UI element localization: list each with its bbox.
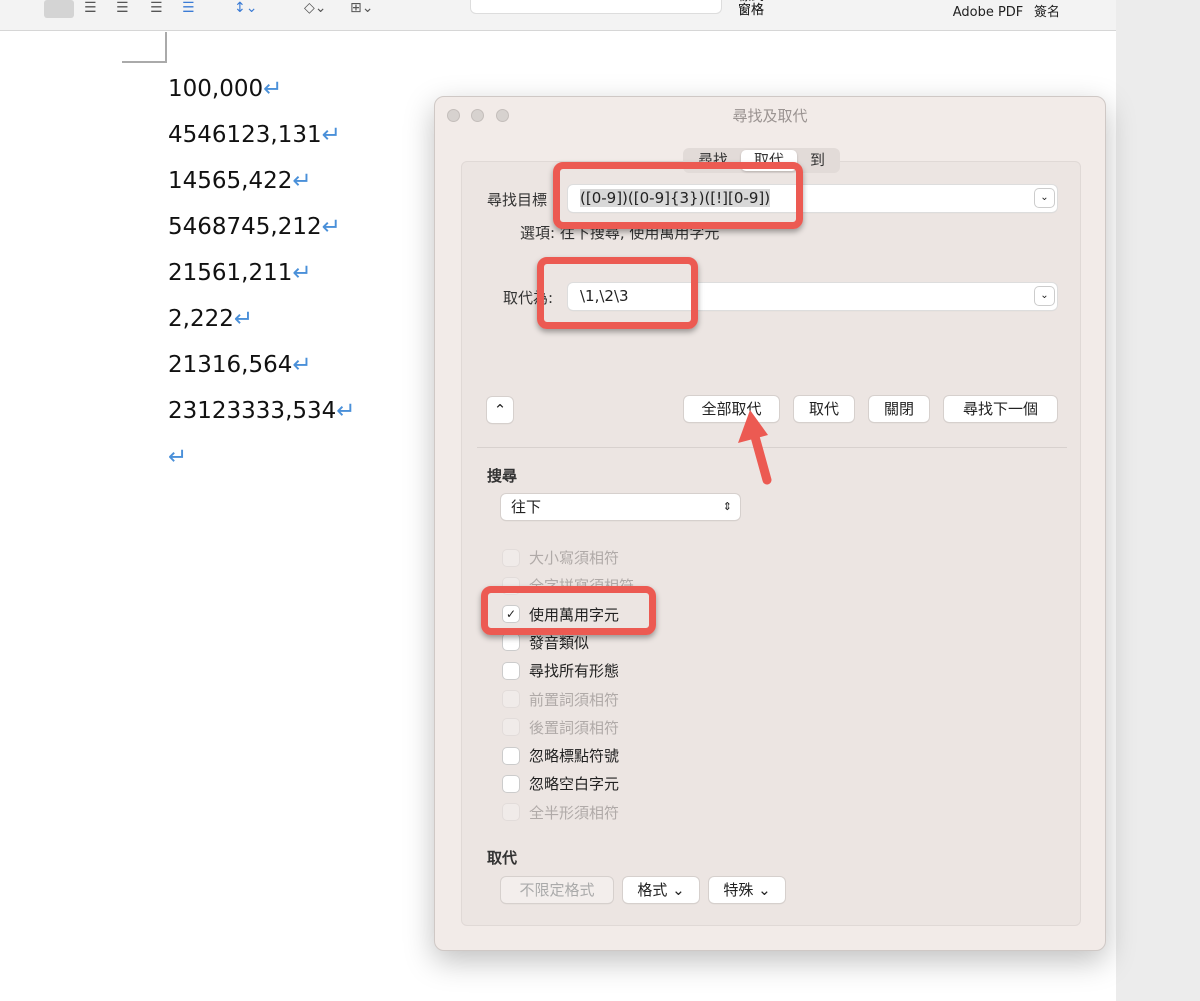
- document-line[interactable]: 21316,564↵: [168, 352, 312, 378]
- replace-heading: 取代: [487, 849, 518, 867]
- checkbox-option[interactable]: 尋找所有形態: [503, 660, 619, 681]
- checkbox-option[interactable]: 忽略空白字元: [503, 773, 619, 794]
- request-signature-button[interactable]: 簽名: [1032, 6, 1062, 20]
- document-line[interactable]: 4546123,131↵: [168, 122, 341, 148]
- checkbox-label: 全半形須相符: [529, 803, 620, 822]
- line-text: 23123333,534: [168, 398, 337, 424]
- checkbox[interactable]: [503, 804, 519, 821]
- document-line[interactable]: 5468745,212↵: [168, 214, 341, 240]
- search-direction-value: 往下: [511, 498, 542, 516]
- checkbox[interactable]: [503, 719, 519, 736]
- checkbox-option[interactable]: 前置詞須相符: [503, 689, 619, 710]
- document-line[interactable]: 21561,211↵: [168, 260, 312, 286]
- checkbox-option[interactable]: 大小寫須相符: [503, 547, 619, 568]
- special-label: 特殊: [723, 881, 754, 899]
- checkbox-label: 忽略標點符號: [529, 747, 620, 766]
- page-margin-corner: [122, 32, 167, 63]
- line-text: 21316,564: [168, 352, 293, 378]
- document-line[interactable]: 100,000↵: [168, 76, 282, 102]
- checkbox-label: 後置詞須相符: [529, 718, 620, 737]
- paragraph-mark-icon: ↵: [336, 398, 356, 424]
- checkbox[interactable]: [503, 634, 519, 651]
- document-line[interactable]: 23123333,534↵: [168, 398, 356, 424]
- close-button[interactable]: 關閉: [869, 396, 929, 422]
- dialog-title: 尋找及取代: [732, 107, 808, 125]
- find-label: 尋找目標: [487, 191, 548, 209]
- line-text: 4546123,131: [168, 122, 322, 148]
- chevron-down-icon[interactable]: ⌄: [1035, 287, 1054, 305]
- justify-icon[interactable]: ☰: [150, 0, 163, 16]
- checkbox-label: 忽略空白字元: [529, 775, 620, 794]
- checkbox-label: 大小寫須相符: [529, 549, 620, 567]
- line-spacing-icon[interactable]: ↕⌄: [234, 0, 257, 16]
- align-right-icon[interactable]: ☰: [116, 0, 129, 16]
- special-menu-button[interactable]: 特殊 ⌄: [709, 877, 785, 903]
- replace-button[interactable]: 取代: [794, 396, 854, 422]
- checkbox[interactable]: [503, 747, 519, 764]
- chevron-down-icon: ⌄: [758, 881, 771, 899]
- paragraph-mark-icon: ↵: [321, 122, 341, 148]
- checkbox-option[interactable]: 發音類似: [503, 632, 589, 653]
- borders-icon[interactable]: ⊞⌄: [350, 0, 373, 16]
- paragraph-mark-icon: ↵: [321, 214, 341, 240]
- chevron-down-icon: ⌄: [672, 881, 685, 899]
- format-menu-button[interactable]: 格式 ⌄: [623, 877, 699, 903]
- checkbox[interactable]: [503, 691, 519, 707]
- annotation-box-find: [553, 162, 803, 229]
- checkbox-label: 前置詞須相符: [529, 690, 620, 709]
- line-text: 2,222: [168, 306, 234, 332]
- chevron-down-icon[interactable]: ⌄: [1035, 189, 1054, 207]
- line-text: 5468745,212: [168, 214, 322, 240]
- tab-goto[interactable]: 到: [797, 150, 838, 171]
- annotation-box-replace: [537, 257, 698, 329]
- format-label: 格式: [637, 881, 668, 899]
- updown-chevron-icon: ⇕: [722, 500, 732, 513]
- annotation-box-wildcards: [481, 586, 656, 635]
- line-text: 100,000: [168, 76, 264, 102]
- search-heading: 搜尋: [487, 467, 518, 485]
- document-line[interactable]: 14565,422↵: [168, 168, 312, 194]
- checkbox-label: 發音類似: [529, 633, 590, 652]
- checkbox-option[interactable]: 全半形須相符: [503, 802, 619, 823]
- shading-icon[interactable]: ◇⌄: [304, 0, 327, 16]
- search-direction-select[interactable]: 往下 ⇕: [501, 494, 740, 520]
- paragraph-mark-icon: ↵: [263, 76, 283, 102]
- window-edge: [1116, 0, 1200, 1001]
- align-left-icon[interactable]: [44, 0, 74, 18]
- paragraph-mark-icon: ↵: [292, 260, 312, 286]
- align-center-icon[interactable]: ☰: [84, 0, 97, 16]
- no-formatting-button[interactable]: 不限定格式: [501, 877, 613, 903]
- paragraph-mark-icon: ↵: [168, 444, 188, 470]
- checkbox[interactable]: [503, 662, 519, 679]
- paragraph-mark-icon: ↵: [292, 168, 312, 194]
- checkbox-label: 尋找所有形態: [529, 662, 620, 681]
- paragraph-mark-icon: ↵: [292, 352, 312, 378]
- line-text: 14565,422: [168, 168, 293, 194]
- checkbox[interactable]: [503, 549, 519, 566]
- checkbox-option[interactable]: 忽略標點符號: [503, 745, 619, 766]
- styles-gallery[interactable]: [470, 0, 722, 14]
- create-adobe-pdf-button[interactable]: Adobe PDF: [948, 6, 1028, 20]
- document-line[interactable]: 2,222↵: [168, 306, 253, 332]
- paragraph-mark-icon: ↵: [233, 306, 254, 332]
- line-text: 21561,211: [168, 260, 293, 286]
- document-line[interactable]: ↵: [168, 444, 187, 470]
- distributed-icon[interactable]: ☰: [182, 0, 195, 16]
- find-next-button[interactable]: 尋找下一個: [944, 396, 1057, 422]
- ribbon-toolbar: ☰ ☰ ☰ ☰ ↕⌄ ◇⌄ ⊞⌄ 樣式 窗格 窗格 Adobe PDF 簽名: [0, 0, 1116, 31]
- chevron-up-icon: ⌃: [493, 401, 507, 419]
- checkbox[interactable]: [503, 775, 519, 792]
- checkbox-option[interactable]: 後置詞須相符: [503, 717, 619, 738]
- styles-pane-button[interactable]: 窗格: [736, 4, 766, 18]
- collapse-options-button[interactable]: ⌃: [487, 397, 513, 423]
- annotation-arrow-icon: [738, 410, 772, 485]
